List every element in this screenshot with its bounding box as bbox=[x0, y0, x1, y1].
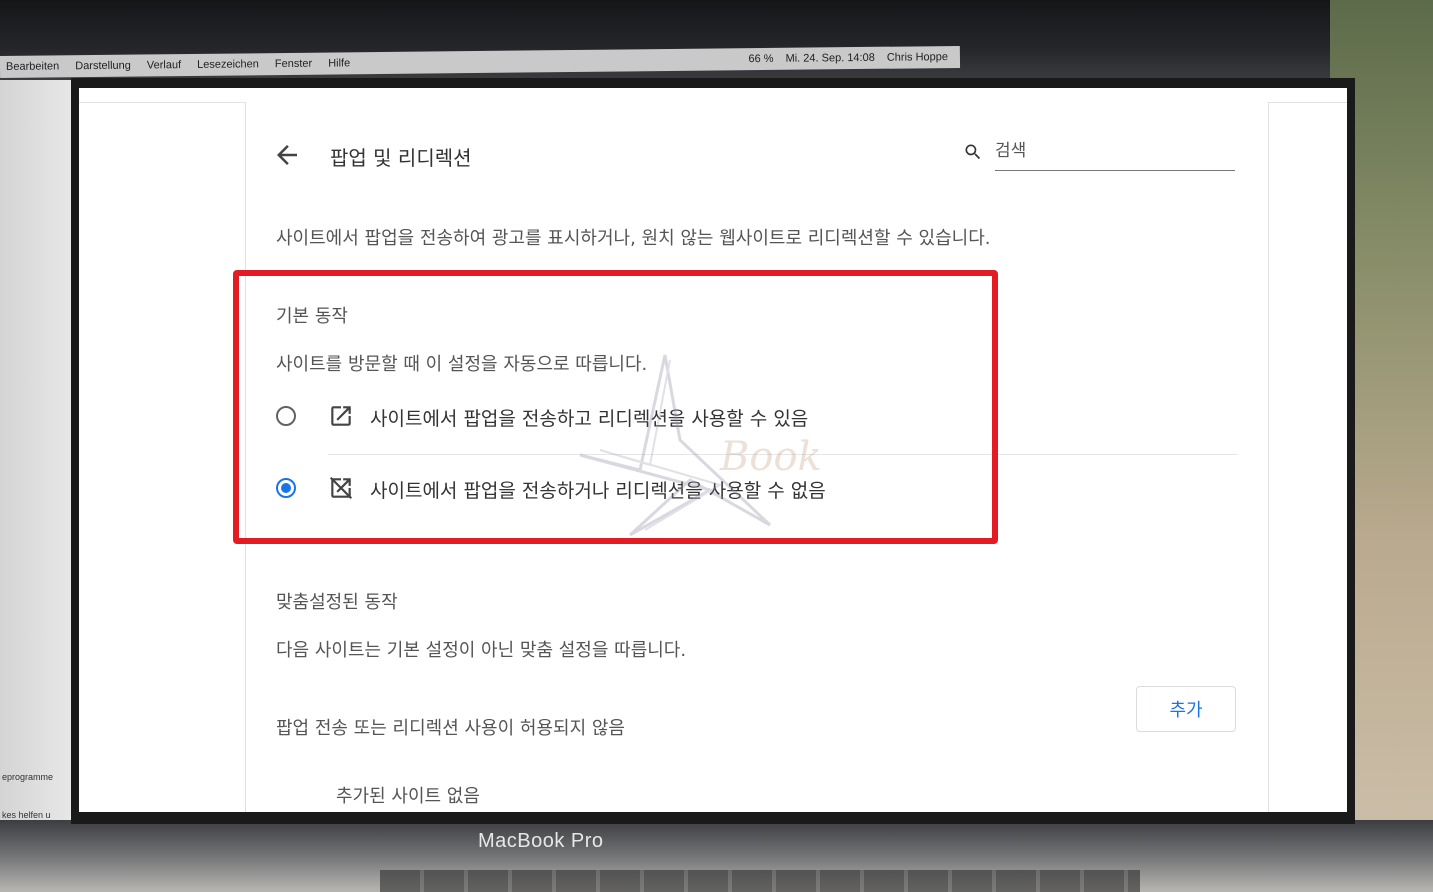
menubar-item: Hilfe bbox=[328, 57, 351, 70]
radio-option-label: 사이트에서 팝업을 전송하거나 리디렉션을 사용할 수 없음 bbox=[370, 480, 826, 502]
radio-button-checked[interactable] bbox=[276, 478, 296, 498]
search-input[interactable] bbox=[995, 132, 1235, 171]
background-text: kes helfen u bbox=[2, 810, 51, 820]
clock: Mi. 24. Sep. 14:08 bbox=[785, 51, 875, 65]
radio-option-allow[interactable]: 사이트에서 팝업을 전송하고 리디렉션을 사용할 수 있음 bbox=[272, 390, 1236, 446]
radio-button[interactable] bbox=[276, 406, 296, 426]
back-button[interactable] bbox=[272, 140, 302, 170]
blocked-section-label: 팝업 전송 또는 리디렉션 사용이 허용되지 않음 bbox=[276, 718, 625, 739]
arrow-back-icon bbox=[277, 145, 297, 165]
background-text: eprogramme bbox=[2, 772, 54, 782]
page-title: 팝업 및 리디렉션 bbox=[330, 146, 472, 170]
browser-topbar bbox=[79, 88, 1347, 103]
menubar-item: Bearbeiten bbox=[5, 60, 60, 73]
add-site-button[interactable]: 추가 bbox=[1136, 686, 1236, 732]
menubar-item: Verlauf bbox=[146, 59, 182, 72]
menubar-item: Lesezeichen bbox=[197, 58, 259, 71]
default-behavior-title: 기본 동작 bbox=[276, 306, 348, 327]
menubar-item: Fenster bbox=[274, 57, 313, 71]
empty-list-text: 추가된 사이트 없음 bbox=[336, 786, 480, 807]
device-label: MacBook Pro bbox=[478, 830, 604, 852]
background-window: eprogramme kes helfen u bbox=[0, 80, 74, 820]
keyboard bbox=[380, 870, 1140, 892]
settings-screen: 팝업 및 리디렉션 사이트에서 팝업을 전송하여 광고를 표시하거나, 원치 않… bbox=[79, 88, 1347, 812]
settings-card: 팝업 및 리디렉션 사이트에서 팝업을 전송하여 광고를 표시하거나, 원치 않… bbox=[245, 102, 1269, 812]
open-in-new-icon bbox=[331, 406, 351, 426]
battery-status: 66 % bbox=[748, 52, 774, 66]
default-behavior-subtitle: 사이트를 방문할 때 이 설정을 자동으로 따릅니다. bbox=[276, 354, 648, 375]
custom-behavior-subtitle: 다음 사이트는 기본 설정이 아닌 맞춤 설정을 따릅니다. bbox=[276, 640, 687, 661]
custom-behavior-title: 맞춤설정된 동작 bbox=[276, 592, 398, 613]
search-box bbox=[963, 132, 1237, 172]
radio-option-block[interactable]: 사이트에서 팝업을 전송하거나 리디렉션을 사용할 수 없음 bbox=[272, 462, 1236, 518]
menubar-item: Darstellung bbox=[75, 59, 131, 73]
radio-option-label: 사이트에서 팝업을 전송하고 리디렉션을 사용할 수 있음 bbox=[370, 408, 809, 430]
open-in-new-off-icon bbox=[329, 476, 353, 500]
user-name: Chris Hoppe bbox=[886, 51, 949, 64]
page-description: 사이트에서 팝업을 전송하여 광고를 표시하거나, 원치 않는 웹사이트로 리디… bbox=[276, 228, 991, 249]
divider bbox=[328, 454, 1238, 455]
page-header: 팝업 및 리디렉션 bbox=[246, 102, 1268, 192]
search-icon bbox=[965, 144, 981, 160]
